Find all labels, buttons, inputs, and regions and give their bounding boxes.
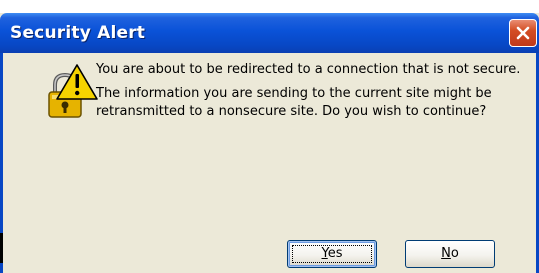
title-bar[interactable]: Security Alert bbox=[0, 13, 539, 53]
dialog-title: Security Alert bbox=[10, 23, 146, 43]
message-retransmit: The information you are sending to the c… bbox=[96, 86, 492, 119]
close-icon bbox=[516, 26, 530, 40]
no-accelerator: N bbox=[441, 246, 451, 261]
no-label-rest: o bbox=[450, 246, 459, 261]
message-redirect: You are about to be redirected to a conn… bbox=[96, 62, 521, 77]
focus-ring bbox=[292, 245, 372, 263]
no-button[interactable]: No bbox=[405, 240, 495, 268]
security-alert-dialog: Security Alert You are about to be redir… bbox=[0, 13, 539, 273]
window-edge-mark bbox=[0, 233, 3, 263]
security-warning-lock-icon bbox=[48, 64, 98, 118]
alert-message: You are about to be redirected to a conn… bbox=[96, 61, 526, 127]
screenshot: Security Alert You are about to be redir… bbox=[0, 0, 539, 273]
yes-button[interactable]: Yes bbox=[287, 240, 377, 268]
close-button[interactable] bbox=[509, 19, 537, 47]
